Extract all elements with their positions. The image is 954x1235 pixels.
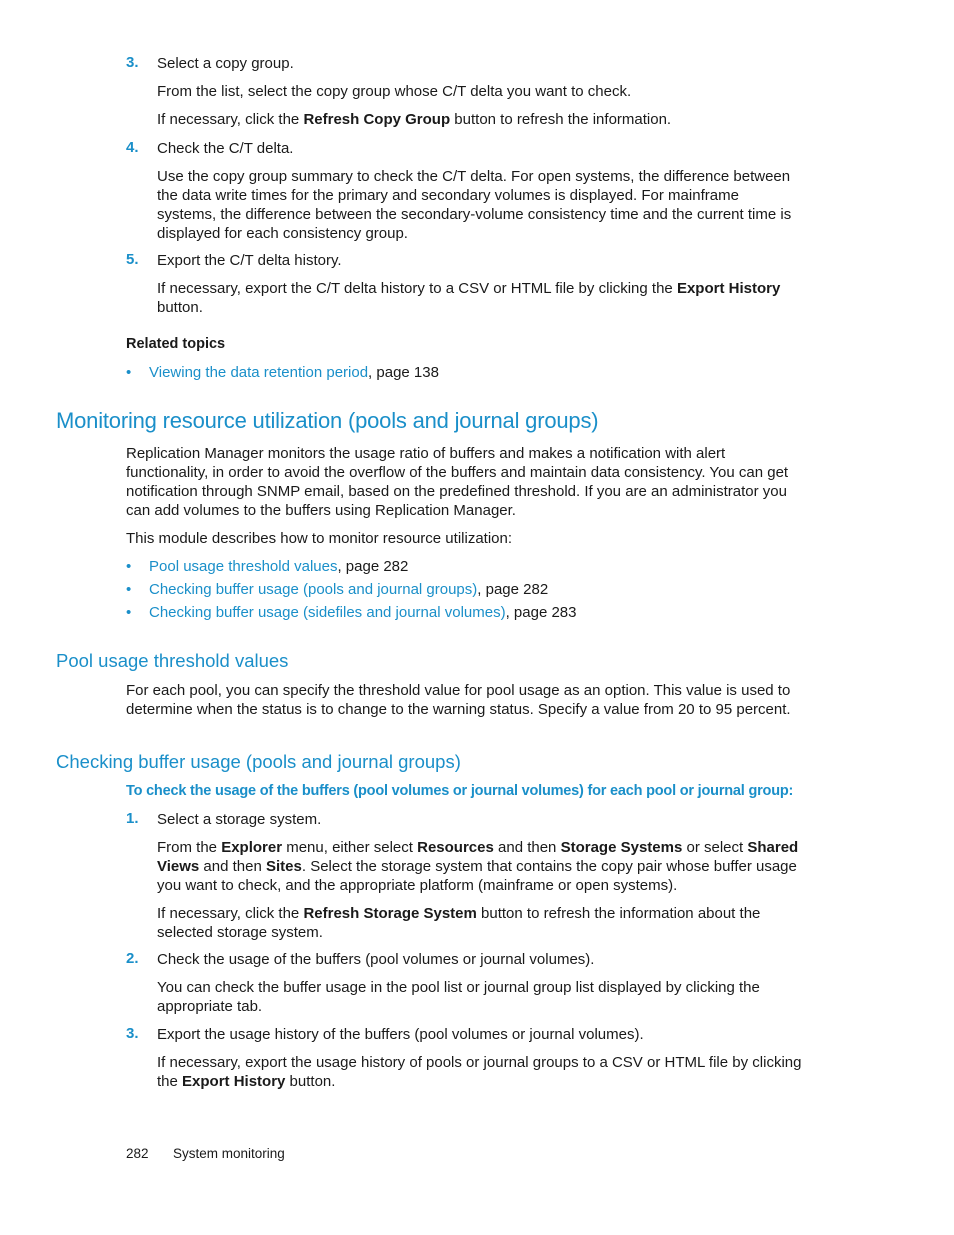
bullet-icon: • bbox=[126, 558, 132, 575]
step-title: Check the usage of the buffers (pool vol… bbox=[157, 951, 595, 968]
link-viewing-data-retention-period[interactable]: Viewing the data retention period bbox=[149, 364, 368, 381]
step-title: Select a copy group. bbox=[157, 55, 294, 72]
ui-term-refresh-storage-system: Refresh Storage System bbox=[303, 905, 477, 922]
module-description: This module describes how to monitor res… bbox=[126, 530, 513, 547]
link-pool-usage-threshold-values[interactable]: Pool usage threshold values bbox=[149, 558, 337, 575]
step-title: Select a storage system. bbox=[157, 811, 322, 828]
bullet-icon: • bbox=[126, 581, 132, 598]
ui-term-export-history: Export History bbox=[676, 280, 781, 297]
step-title: Check the C/T delta. bbox=[157, 140, 294, 157]
step-number: 3. bbox=[126, 54, 139, 71]
section-heading-monitoring: Monitoring resource utilization (pools a… bbox=[56, 408, 599, 433]
step-number: 4. bbox=[126, 139, 139, 156]
link-checking-buffer-usage-pools[interactable]: Checking buffer usage (pools and journal… bbox=[149, 581, 477, 598]
module-link-item: • Pool usage threshold values, page 282 bbox=[126, 558, 409, 575]
step-number: 3. bbox=[126, 1025, 139, 1042]
step-paragraph: If necessary, export the C/T delta histo… bbox=[157, 280, 781, 316]
threshold-body: For each pool, you can specify the thres… bbox=[126, 682, 791, 718]
step-title: Export the usage history of the buffers … bbox=[157, 1026, 644, 1043]
page-number: 282 bbox=[126, 1146, 149, 1161]
ui-term-export-history: Export History bbox=[182, 1073, 286, 1090]
step-number: 2. bbox=[126, 950, 139, 967]
step-paragraph: You can check the buffer usage in the po… bbox=[157, 979, 760, 1015]
section-heading-threshold: Pool usage threshold values bbox=[56, 650, 289, 671]
step-number: 1. bbox=[126, 810, 139, 827]
link-checking-buffer-usage-sidefiles[interactable]: Checking buffer usage (sidefiles and jou… bbox=[149, 604, 506, 621]
step-title: Export the C/T delta history. bbox=[157, 252, 342, 269]
step-paragraph: If necessary, click the Refresh Storage … bbox=[157, 905, 761, 941]
bullet-icon: • bbox=[126, 364, 132, 381]
module-link-item: • Checking buffer usage (sidefiles and jo… bbox=[126, 604, 577, 621]
step-paragraph: From the list, select the copy group who… bbox=[157, 83, 632, 100]
ui-term-refresh-copy-group: Refresh Copy Group bbox=[303, 111, 451, 128]
section-heading-checking: Checking buffer usage (pools and journal… bbox=[56, 751, 461, 772]
step-number: 5. bbox=[126, 251, 139, 268]
related-topics-heading: Related topics bbox=[126, 336, 226, 352]
step-paragraph: Use the copy group summary to check the … bbox=[157, 168, 792, 242]
bullet-icon: • bbox=[126, 604, 132, 621]
module-link-item: • Checking buffer usage (pools and journa… bbox=[126, 581, 549, 598]
step-paragraph: If necessary, click the Refresh Copy Gro… bbox=[157, 111, 672, 128]
chapter-title: System monitoring bbox=[173, 1146, 285, 1161]
step-paragraph: If necessary, export the usage history o… bbox=[157, 1054, 802, 1090]
related-topic-item: • Viewing the data retention period, page… bbox=[126, 364, 439, 381]
step-paragraph: From the Explorer menu, either select Re… bbox=[157, 839, 799, 894]
procedure-title: To check the usage of the buffers (pool … bbox=[126, 783, 794, 799]
monitoring-intro: Replication Manager monitors the usage r… bbox=[126, 445, 789, 519]
